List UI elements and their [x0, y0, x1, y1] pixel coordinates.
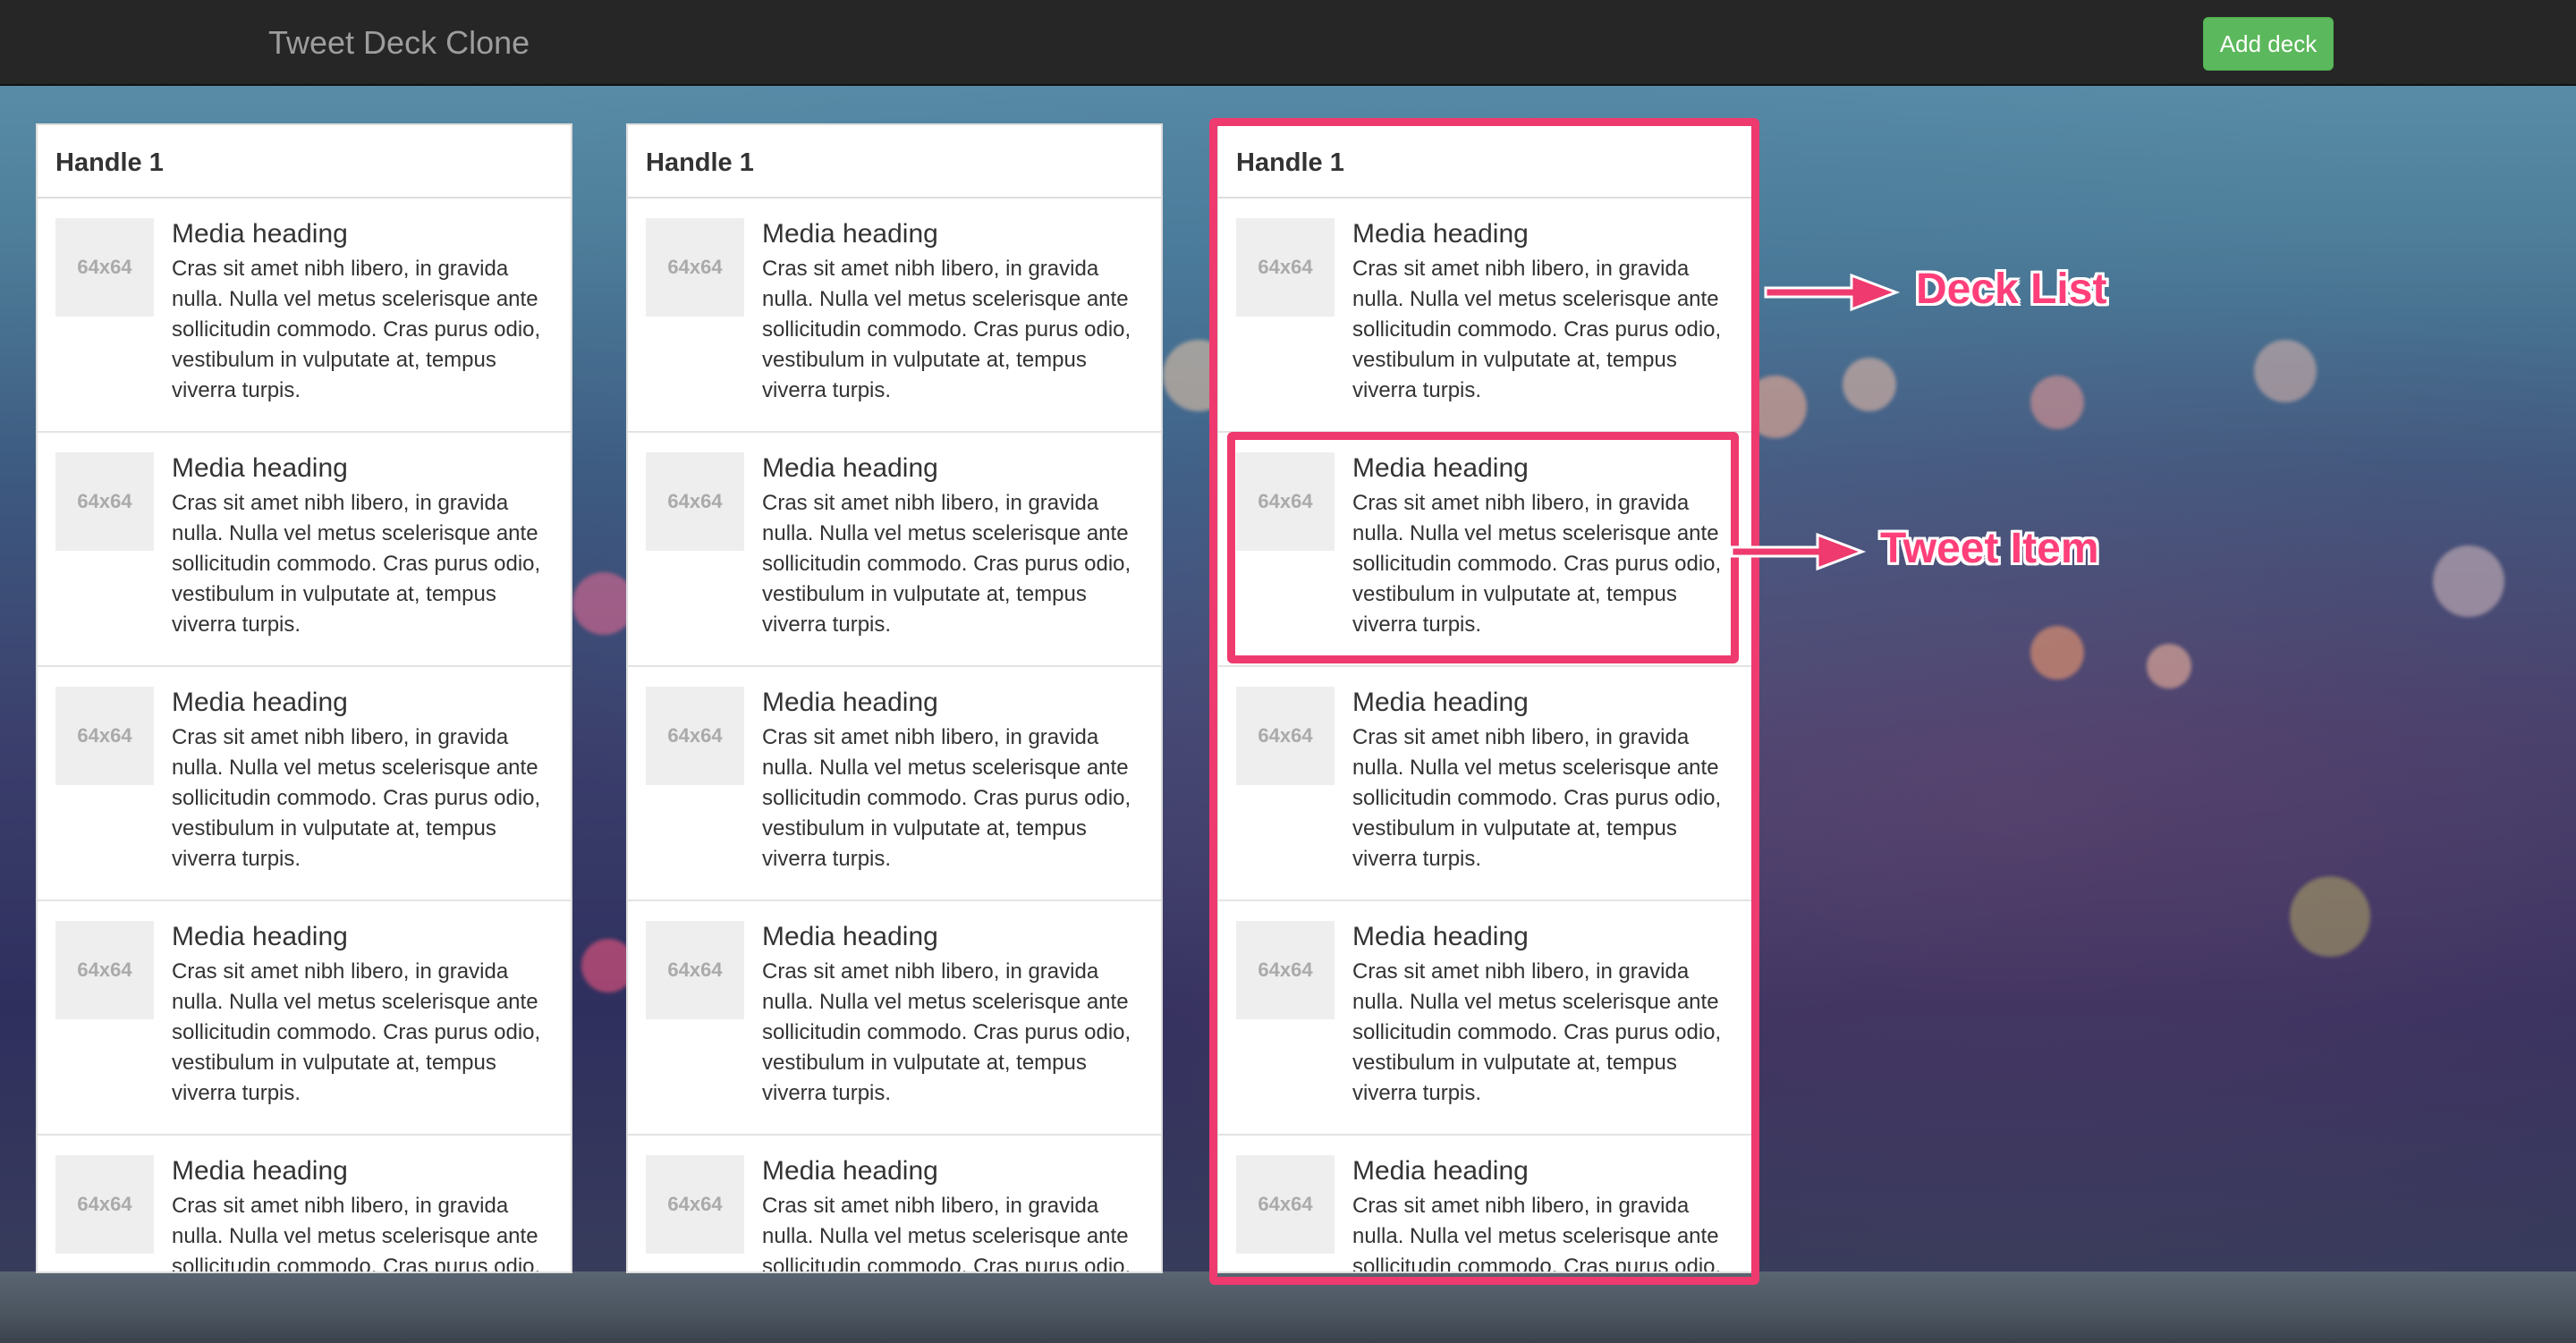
tweet-heading: Media heading [172, 1156, 348, 1186]
tweet-item[interactable]: 64x64 Media heading Cras sit amet nibh l… [38, 198, 571, 433]
deck-list-label: Deck List [1916, 266, 2107, 313]
bokeh-light [1843, 358, 1896, 411]
tweet-body: Cras sit amet nibh libero, in gravida nu… [172, 959, 541, 1105]
avatar-placeholder: 64x64 [646, 452, 744, 551]
tweet-body: Cras sit amet nibh libero, in gravida nu… [762, 959, 1131, 1105]
tweet-heading: Media heading [762, 1156, 938, 1186]
tweet-item[interactable]: 64x64 Media heading Cras sit amet nibh l… [628, 667, 1161, 901]
tweet-body: Cras sit amet nibh libero, in gravida nu… [172, 257, 541, 402]
bokeh-light [2433, 545, 2504, 617]
deck-handle: Handle 1 [628, 125, 1161, 198]
tweet-heading: Media heading [762, 922, 938, 951]
avatar-placeholder: 64x64 [646, 1155, 744, 1254]
avatar-placeholder: 64x64 [646, 218, 744, 317]
tweet-item[interactable]: 64x64 Media heading Cras sit amet nibh l… [628, 901, 1161, 1136]
avatar-placeholder: 64x64 [55, 1155, 154, 1254]
avatar-placeholder: 64x64 [55, 687, 154, 785]
tweet-body: Cras sit amet nibh libero, in gravida nu… [762, 257, 1131, 402]
bokeh-light [2030, 376, 2084, 429]
tweet-body: Cras sit amet nibh libero, in gravida nu… [762, 725, 1131, 871]
tweet-body: Cras sit amet nibh libero, in gravida nu… [172, 491, 541, 637]
tweet-item-arrow-icon [1730, 532, 1867, 571]
avatar-placeholder: 64x64 [646, 687, 744, 785]
tweet-heading: Media heading [172, 453, 348, 483]
avatar-placeholder: 64x64 [55, 452, 154, 551]
tweet-body: Cras sit amet nibh libero, in gravida nu… [762, 1194, 1131, 1273]
deck-list-highlight [1209, 118, 1759, 1285]
avatar-placeholder: 64x64 [646, 921, 744, 1019]
add-deck-button[interactable]: Add deck [2203, 17, 2334, 71]
tweet-body: Cras sit amet nibh libero, in gravida nu… [172, 725, 541, 871]
tweet-heading: Media heading [762, 219, 938, 249]
bokeh-light [2030, 626, 2084, 680]
tweet-item[interactable]: 64x64 Media heading Cras sit amet nibh l… [628, 198, 1161, 433]
tweet-item[interactable]: 64x64 Media heading Cras sit amet nibh l… [628, 1136, 1161, 1273]
tweet-item-highlight [1227, 432, 1739, 663]
tweet-heading: Media heading [172, 688, 348, 717]
deck-handle: Handle 1 [38, 125, 571, 198]
bokeh-light [2147, 644, 2191, 688]
tweet-item[interactable]: 64x64 Media heading Cras sit amet nibh l… [38, 667, 571, 901]
bokeh-light [2254, 340, 2317, 402]
tweet-item[interactable]: 64x64 Media heading Cras sit amet nibh l… [38, 433, 571, 667]
tweet-item-label: Tweet Item [1880, 525, 2099, 572]
tweet-heading: Media heading [762, 453, 938, 483]
bokeh-light [2290, 876, 2370, 957]
tweet-item[interactable]: 64x64 Media heading Cras sit amet nibh l… [628, 433, 1161, 667]
tweet-body: Cras sit amet nibh libero, in gravida nu… [762, 491, 1131, 637]
deck-list: Handle 1 64x64 Media heading Cras sit am… [36, 123, 572, 1273]
deck-list-arrow-icon [1764, 273, 1901, 312]
avatar-placeholder: 64x64 [55, 921, 154, 1019]
avatar-placeholder: 64x64 [55, 218, 154, 317]
tweet-item[interactable]: 64x64 Media heading Cras sit amet nibh l… [38, 1136, 571, 1273]
tweet-heading: Media heading [762, 688, 938, 717]
tweet-body: Cras sit amet nibh libero, in gravida nu… [172, 1194, 541, 1273]
navbar: Tweet Deck Clone Add deck [0, 0, 2576, 86]
brand-title[interactable]: Tweet Deck Clone [268, 21, 530, 64]
tweet-heading: Media heading [172, 922, 348, 951]
tweet-heading: Media heading [172, 219, 348, 249]
tweet-item[interactable]: 64x64 Media heading Cras sit amet nibh l… [38, 901, 571, 1136]
deck-list: Handle 1 64x64 Media heading Cras sit am… [626, 123, 1163, 1273]
